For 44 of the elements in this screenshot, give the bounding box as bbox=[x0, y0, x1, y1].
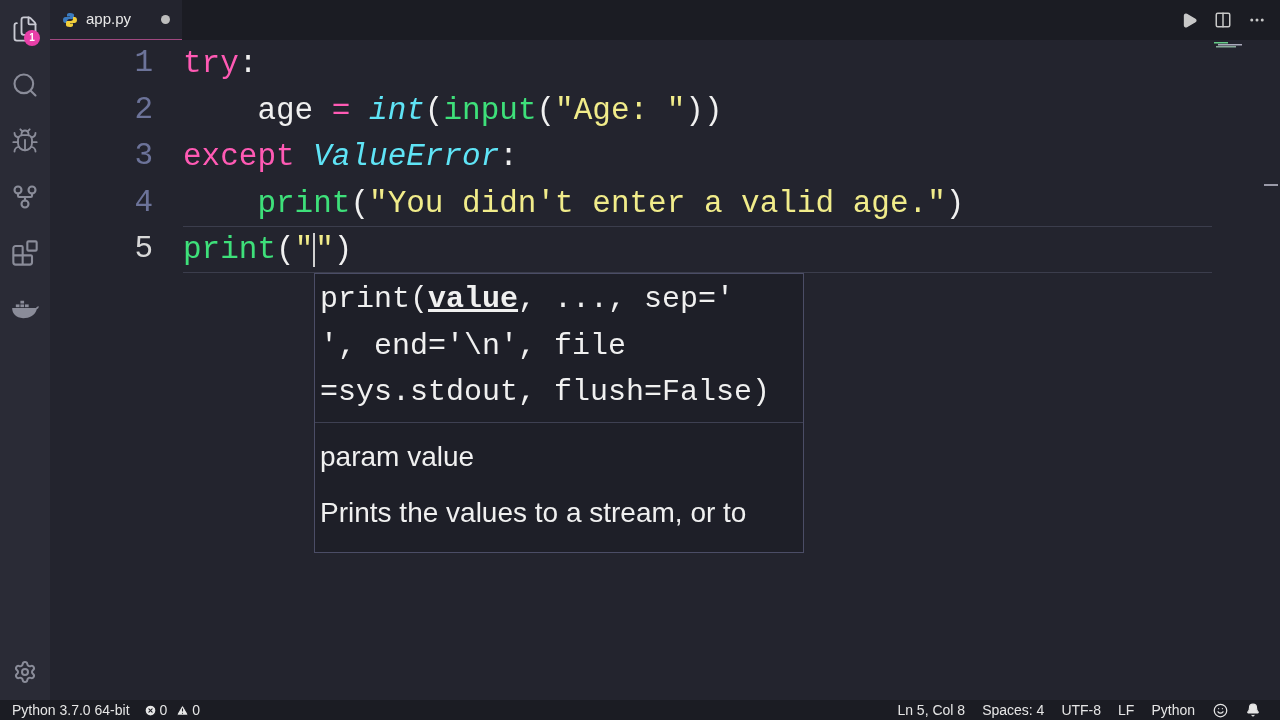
minimap-drawing bbox=[1214, 42, 1244, 48]
line-number: 3 bbox=[134, 137, 153, 175]
line-ending-label[interactable]: LF bbox=[1118, 699, 1135, 720]
cursor-marker bbox=[1264, 184, 1278, 186]
settings-icon[interactable] bbox=[13, 660, 37, 684]
whale-icon bbox=[10, 298, 40, 320]
parameter-label: param value bbox=[320, 439, 476, 474]
notification-badge: 1 bbox=[24, 30, 40, 46]
activity-item[interactable]: 1 bbox=[8, 12, 42, 46]
signature-line: print(value, ..., sep=' bbox=[320, 281, 736, 318]
run-icon[interactable] bbox=[1181, 11, 1198, 29]
warning-icon bbox=[176, 703, 190, 717]
fork-icon bbox=[11, 183, 39, 211]
bell-icon[interactable] bbox=[1246, 703, 1260, 717]
smiley-icon[interactable] bbox=[1213, 702, 1228, 718]
split-editor-icon[interactable] bbox=[1214, 11, 1232, 29]
error-icon bbox=[143, 703, 157, 717]
text-cursor bbox=[313, 232, 316, 267]
python-icon bbox=[62, 11, 78, 28]
files-icon bbox=[11, 15, 39, 43]
warning-count: 0 bbox=[192, 700, 201, 720]
code-line: age = int(input("Age: ")) bbox=[256, 91, 724, 130]
blocks-icon bbox=[11, 239, 39, 267]
language-label[interactable]: Python bbox=[1151, 699, 1195, 720]
interpreter-label[interactable]: Python 3.7.0 64-bit bbox=[12, 699, 130, 720]
bug-icon bbox=[11, 127, 39, 155]
line-number: 5 bbox=[134, 230, 153, 268]
line-number: 1 bbox=[134, 44, 153, 82]
signature-line: ', end='\n', file bbox=[320, 327, 628, 365]
code-line: print("You didn't enter a valid age.") bbox=[256, 184, 966, 223]
search-icon bbox=[11, 71, 39, 99]
code-line: print("") bbox=[183, 226, 1212, 273]
signature-line: =sys.stdout, flush=False) bbox=[320, 374, 772, 411]
error-count: 0 bbox=[159, 700, 168, 720]
documentation-text: Prints the values to a stream, or to bbox=[320, 495, 748, 530]
line-number: 2 bbox=[134, 90, 153, 129]
cursor-position[interactable]: Ln 5, Col 8 bbox=[897, 699, 966, 720]
code-line: try: bbox=[183, 45, 259, 83]
line-number: 4 bbox=[134, 183, 153, 222]
tab-label: app.py bbox=[86, 9, 132, 30]
indentation-label[interactable]: Spaces: 4 bbox=[982, 699, 1045, 720]
code-line: except ValueError: bbox=[183, 138, 519, 176]
encoding-label[interactable]: UTF-8 bbox=[1061, 699, 1102, 720]
editor-tab[interactable]: app.py bbox=[50, 0, 182, 40]
